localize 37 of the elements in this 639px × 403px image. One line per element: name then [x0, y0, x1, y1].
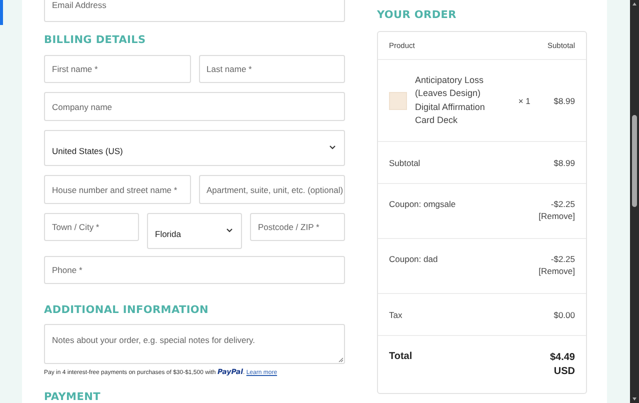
summary-value: $8.99	[554, 158, 575, 168]
input-field[interactable]: Phone *	[44, 256, 345, 284]
discount-value: -$2.25	[550, 254, 575, 264]
coupon-label: Coupon: omgsale	[389, 199, 456, 211]
discount-value: -$2.25	[550, 199, 575, 209]
input-field[interactable]: House number and street name *	[44, 175, 190, 204]
input-field[interactable]: Apartment, suite, unit, etc. (optional)	[198, 175, 345, 204]
chevron-down-icon	[329, 145, 336, 150]
notes-field[interactable]: Notes about your order, e.g. special notes for delivery.	[44, 324, 345, 364]
coupon-label: Coupon: dad	[389, 254, 438, 266]
resize-grip-icon[interactable]	[338, 357, 343, 362]
input-field[interactable]: First name *	[44, 55, 190, 83]
active-indicator	[0, 0, 3, 25]
remove-coupon-link[interactable]: [Remove]	[538, 266, 575, 276]
input-field[interactable]: Email Address	[44, 0, 345, 22]
select-dropdown[interactable]: Florida	[147, 213, 242, 249]
product-quantity: × 1	[518, 96, 530, 106]
input-field[interactable]: Postcode / ZIP *	[250, 213, 345, 241]
product-name: Anticipatory Loss (Leaves Design) Digital Affirmation Card Deck	[415, 74, 486, 127]
summary-label: Tax	[389, 310, 402, 320]
section-heading: PAYMENT	[44, 391, 102, 403]
input-field[interactable]: Company name	[44, 92, 345, 121]
total-value: $4.49 USD	[548, 351, 575, 379]
remove-coupon-link[interactable]: [Remove]	[538, 211, 575, 221]
product-price: $8.99	[554, 96, 575, 106]
chevron-down-icon	[226, 228, 233, 233]
summary-value: $0.00	[554, 310, 575, 320]
scrollbar-drawing[interactable]	[630, 0, 639, 403]
section-heading: BILLING DETAILS	[44, 34, 147, 46]
section-heading: ADDITIONAL INFORMATION	[44, 304, 210, 316]
summary-label: Subtotal	[389, 158, 420, 168]
input-field[interactable]: Town / City *	[44, 213, 139, 241]
section-heading: YOUR ORDER	[377, 9, 458, 21]
select-dropdown[interactable]: United States (US)	[44, 130, 345, 166]
product-thumbnail	[389, 92, 407, 110]
total-label: Total	[389, 351, 412, 364]
input-field[interactable]: Last name *	[198, 55, 345, 83]
